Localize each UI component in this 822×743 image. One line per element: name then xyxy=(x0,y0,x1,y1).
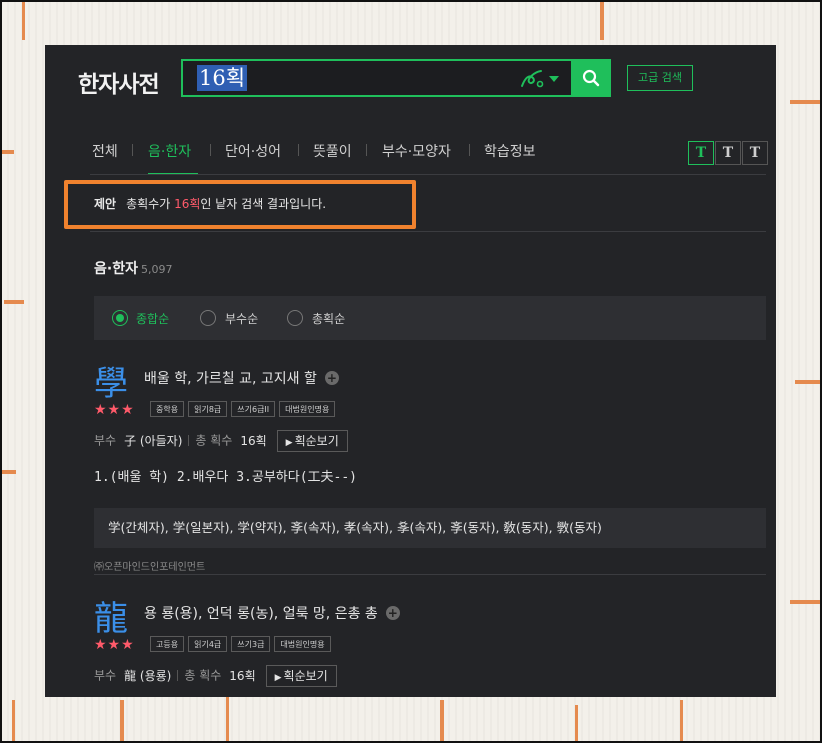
play-icon: ▶ xyxy=(285,438,293,448)
sort-strokes-label[interactable]: 총획순 xyxy=(312,310,345,327)
tab-radicals[interactable]: 부수·모양자 xyxy=(382,141,451,161)
section-title: 음·한자 5,097 xyxy=(94,261,173,277)
stroke-order-button[interactable]: ▶ 획순보기 xyxy=(265,665,337,687)
search-icon xyxy=(582,69,600,87)
badge: 쓰기6급II xyxy=(231,401,276,417)
tab-sound-hanja[interactable]: 음·한자 xyxy=(148,141,191,161)
radical-value[interactable]: 龍 (용룡) xyxy=(124,669,171,683)
highlight-annotation-box xyxy=(64,180,416,229)
badge: 대법원인명용 xyxy=(279,401,336,417)
search-button[interactable] xyxy=(571,59,611,97)
search-box[interactable]: 16획 xyxy=(181,59,611,97)
handwriting-icon[interactable] xyxy=(519,68,545,90)
level-badges: 중학용 읽기8급 쓰기6급II 대법원인명용 xyxy=(150,401,339,420)
tab-bar: 전체 음·한자 단어·성어 뜻풀이 부수·모양자 학습정보 xyxy=(45,141,776,175)
font-size-large-button[interactable]: T xyxy=(742,141,768,165)
plus-icon[interactable]: + xyxy=(324,371,339,385)
advanced-search-button[interactable]: 고급 검색 xyxy=(627,65,693,91)
badge: 쓰기3급 xyxy=(231,636,271,652)
hanja-meaning: 용 룡(용), 언덕 롱(농), 얼룩 망, 은총 총 + xyxy=(144,606,400,622)
list-item: 龍 용 룡(용), 언덕 롱(농), 얼룩 망, 은총 총 + ★★★ 고등용 읽기… xyxy=(94,591,766,697)
sort-relevance-radio[interactable] xyxy=(112,310,128,326)
sort-options: 종합순 부수순 총획순 xyxy=(94,296,766,340)
tab-meanings[interactable]: 뜻풀이 xyxy=(313,141,352,161)
tab-all[interactable]: 전체 xyxy=(92,141,118,161)
badge: 고등용 xyxy=(150,636,185,652)
badge: 중학용 xyxy=(150,401,185,417)
hanja-meta: 부수 龍 (용룡) 총 획수 16획 ▶ 획순보기 xyxy=(94,665,337,689)
chevron-down-icon[interactable] xyxy=(549,76,559,82)
sort-strokes-radio[interactable] xyxy=(287,310,303,326)
hanja-character[interactable]: 龍 xyxy=(94,591,128,640)
badge: 대법원인명용 xyxy=(274,636,331,652)
tab-words-idioms[interactable]: 단어·성어 xyxy=(225,141,281,161)
hanja-meta: 부수 子 (아들자) 총 획수 16획 ▶ 획순보기 xyxy=(94,430,348,454)
hanja-character[interactable]: 學 xyxy=(94,356,128,405)
stroke-count: 16획 xyxy=(240,433,267,448)
stroke-count: 16획 xyxy=(229,668,256,683)
plus-icon[interactable]: + xyxy=(385,606,400,620)
hanja-meaning: 배울 학, 가르칠 교, 고지새 할 + xyxy=(144,371,339,387)
stroke-order-button[interactable]: ▶ 획순보기 xyxy=(276,430,348,452)
list-item: 學 배울 학, 가르칠 교, 고지새 할 + ★★★ 중학용 읽기8급 쓰기6급II 대… xyxy=(94,356,766,576)
dictionary-panel: 한자사전 16획 고급 검색 전체 음·한자 단어·성어 뜻풀이 부수·모양자 … xyxy=(45,45,776,697)
font-size-small-button[interactable]: T xyxy=(688,141,714,165)
variant-characters: 学(간체자), 学(일본자), 学(약자), 斈(속자), 孝(속자), 𡥈(속… xyxy=(94,508,766,548)
importance-stars: ★★★ xyxy=(94,402,135,418)
badge: 읽기8급 xyxy=(188,401,228,417)
result-count: 5,097 xyxy=(140,263,173,276)
search-input[interactable]: 16획 xyxy=(197,65,248,91)
sort-radical-radio[interactable] xyxy=(200,310,216,326)
level-badges: 고등용 읽기4급 쓰기3급 대법원인명용 xyxy=(150,636,335,655)
tab-study-info[interactable]: 학습정보 xyxy=(484,141,536,161)
hanja-definitions: 1.(배울 학) 2.배우다 3.공부하다(工夫--) xyxy=(94,470,357,485)
importance-stars: ★★★ xyxy=(94,637,135,653)
radical-value[interactable]: 子 (아들자) xyxy=(124,434,182,448)
badge: 읽기4급 xyxy=(188,636,228,652)
sort-radical-label[interactable]: 부수순 xyxy=(225,310,258,327)
font-size-medium-button[interactable]: T xyxy=(715,141,741,165)
logo[interactable]: 한자사전 xyxy=(78,65,160,99)
play-icon: ▶ xyxy=(274,673,282,683)
source-credit: ㈜오픈마인드인포테인먼트 xyxy=(94,562,206,573)
sort-relevance-label[interactable]: 종합순 xyxy=(136,310,169,327)
